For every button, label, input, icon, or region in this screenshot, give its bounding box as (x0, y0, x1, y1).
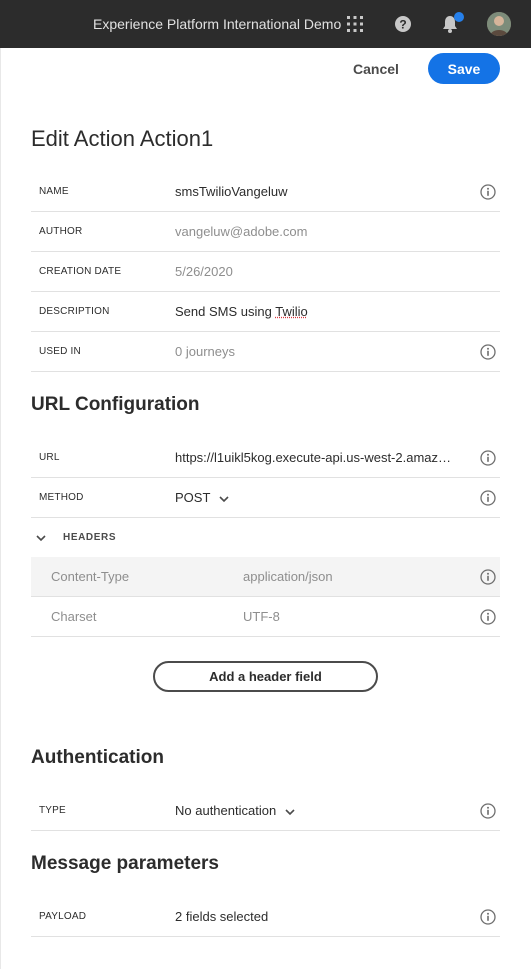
url-label: URL (39, 452, 60, 463)
chevron-down-icon (36, 535, 46, 542)
name-row: NAME smsTwilioVangeluw (31, 172, 500, 212)
svg-text:?: ? (399, 18, 406, 32)
help-icon[interactable]: ? (393, 14, 413, 34)
creation-date-label: CREATION DATE (39, 266, 122, 277)
author-row: AUTHOR vangeluw@adobe.com (31, 212, 500, 252)
method-select[interactable]: POST (175, 490, 230, 505)
info-icon[interactable] (480, 184, 496, 200)
info-icon[interactable] (480, 569, 496, 585)
header-row: Content-Type application/json (31, 557, 500, 597)
name-label: NAME (39, 186, 69, 197)
info-icon[interactable] (480, 909, 496, 925)
author-value: vangeluw@adobe.com (175, 224, 308, 239)
info-icon[interactable] (480, 344, 496, 360)
add-header-field-button[interactable]: Add a header field (153, 661, 378, 692)
org-switcher[interactable]: Experience Platform International Demo (93, 16, 341, 32)
method-value: POST (175, 490, 211, 505)
auth-type-row: TYPE No authentication (31, 791, 500, 831)
info-icon[interactable] (480, 803, 496, 819)
top-bar: Experience Platform International Demo ? (0, 0, 531, 48)
description-value[interactable]: Send SMS using Twilio (175, 304, 308, 319)
avatar[interactable] (487, 12, 511, 36)
header-value[interactable]: application/json (243, 569, 333, 584)
notification-dot (454, 12, 464, 22)
header-value[interactable]: UTF-8 (243, 609, 280, 624)
left-rail-edge (0, 48, 1, 969)
auth-type-label: TYPE (39, 805, 66, 816)
description-text: Send SMS using (175, 304, 276, 319)
apps-grid-icon[interactable] (345, 14, 365, 34)
used-in-label: USED IN (39, 346, 81, 357)
method-row: METHOD POST (31, 478, 500, 518)
used-in-value: 0 journeys (175, 344, 235, 359)
used-in-row: USED IN 0 journeys (31, 332, 500, 372)
message-parameters-title: Message parameters (31, 853, 219, 874)
description-row: DESCRIPTION Send SMS using Twilio (31, 292, 500, 332)
payload-value[interactable]: 2 fields selected (175, 909, 268, 924)
header-row: Charset UTF-8 (31, 597, 500, 637)
header-name[interactable]: Content-Type (51, 569, 129, 584)
header-name[interactable]: Charset (51, 609, 97, 624)
auth-type-select[interactable]: No authentication (175, 803, 296, 818)
info-icon[interactable] (480, 609, 496, 625)
save-button[interactable]: Save (428, 53, 500, 84)
url-configuration-title: URL Configuration (31, 394, 200, 415)
creation-date-value: 5/26/2020 (175, 264, 233, 279)
payload-label: PAYLOAD (39, 911, 87, 922)
payload-row: PAYLOAD 2 fields selected (31, 897, 500, 937)
author-label: AUTHOR (39, 226, 83, 237)
url-row: URL https://l1uikl5kog.execute-api.us-we… (31, 438, 500, 478)
headers-label: HEADERS (63, 532, 117, 543)
description-flagged-word: Twilio (275, 304, 308, 319)
chevron-down-icon (219, 495, 229, 502)
auth-type-value: No authentication (175, 803, 277, 818)
url-value[interactable]: https://l1uikl5kog.execute-api.us-west-2… (175, 450, 455, 465)
cancel-button[interactable]: Cancel (346, 55, 406, 83)
method-label: METHOD (39, 492, 84, 503)
info-icon[interactable] (480, 490, 496, 506)
authentication-title: Authentication (31, 747, 164, 768)
description-label: DESCRIPTION (39, 306, 110, 317)
name-value[interactable]: smsTwilioVangeluw (175, 184, 287, 199)
info-icon[interactable] (480, 450, 496, 466)
headers-toggle[interactable]: HEADERS (31, 518, 500, 558)
chevron-down-icon (285, 808, 295, 815)
page-title: Edit Action Action1 (31, 126, 214, 151)
creation-date-row: CREATION DATE 5/26/2020 (31, 252, 500, 292)
